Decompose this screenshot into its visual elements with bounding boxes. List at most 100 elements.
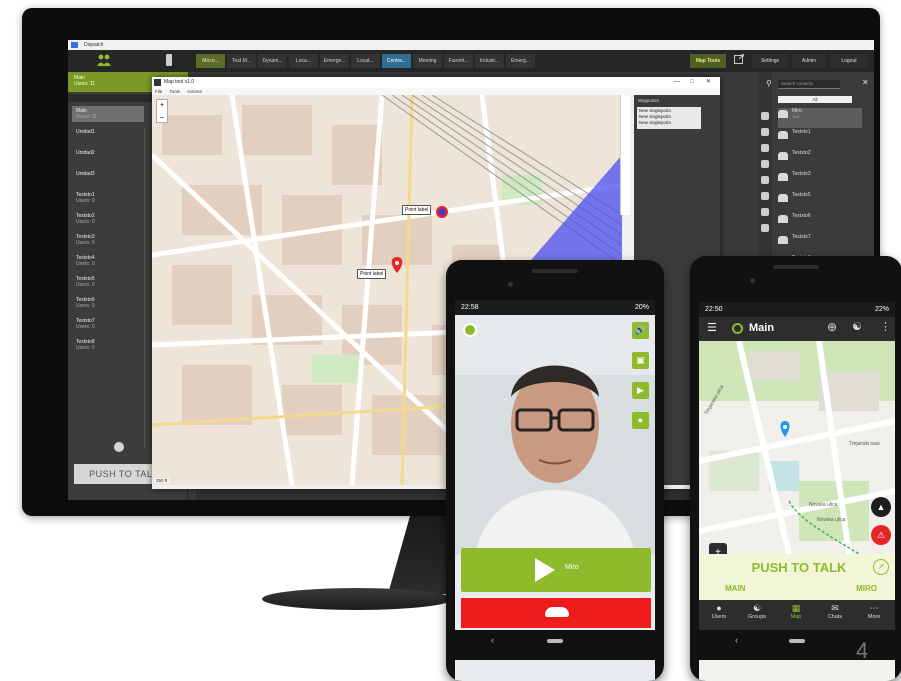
group-list-item[interactable]: Unidad2 <box>72 148 144 158</box>
tab-item[interactable]: Micro... <box>196 54 225 68</box>
navigate-button[interactable]: ▲ <box>871 497 891 517</box>
logout-button[interactable]: Logout <box>830 54 868 68</box>
mobile-map[interactable]: Trnjanska ulica Trnjanski nasi Novska ul… <box>699 341 895 554</box>
group-list-item[interactable]: Testxto4 Users: 0 <box>72 253 144 269</box>
group-icon[interactable] <box>761 144 769 152</box>
tab-item[interactable]: Favorit... <box>444 54 473 68</box>
admin-button[interactable]: Admin <box>792 54 826 68</box>
ptt-caller-bar[interactable]: Miro <box>461 548 651 592</box>
location-icon[interactable] <box>761 112 769 120</box>
group-user-count: Users: 11 <box>76 114 98 120</box>
video-toggle-button[interactable]: ▶ <box>632 382 649 399</box>
group-user-count: Users: 0 <box>76 303 95 309</box>
contact-filter-select[interactable]: All <box>778 96 852 103</box>
group-list-item[interactable]: Testxto7 Users: 0 <box>72 316 144 332</box>
map-tools-button[interactable]: Map Tools <box>690 54 726 68</box>
status-time: 22:58 <box>461 304 479 311</box>
map-zoom-controls[interactable]: +– <box>156 99 168 123</box>
crosshair-icon[interactable]: ⊕ <box>827 320 837 334</box>
contact-list-item[interactable]: Miro Test <box>778 108 862 128</box>
open-icon[interactable]: ↗ <box>873 559 889 575</box>
svg-text:Trnjanski nasi: Trnjanski nasi <box>849 441 880 447</box>
target-icon[interactable] <box>761 128 769 136</box>
close-window-button[interactable]: ✕ <box>706 77 711 88</box>
group-list-item[interactable]: Main Users: 11 <box>72 106 144 122</box>
tab-item[interactable]: Loca... <box>289 54 318 68</box>
menu-file[interactable]: File <box>155 89 162 94</box>
participant-icon[interactable] <box>463 323 477 337</box>
group-list-item[interactable]: Testxto6 Users: 0 <box>72 295 144 311</box>
map-drawing-tools[interactable] <box>620 95 630 215</box>
more-options-icon[interactable]: ⋮ <box>880 320 891 333</box>
map-app-screen: 22:50 22% ☰ Main ⊕ ☯ ⋮ Trnjanska ulica T… <box>699 302 895 681</box>
more-icon: ⋯ <box>869 603 879 613</box>
minimize-button[interactable]: — <box>674 77 680 88</box>
contact-search-input[interactable]: Search contacts <box>778 80 840 89</box>
users-icon[interactable] <box>94 54 114 68</box>
avatar <box>778 152 788 160</box>
map-menu-bar: File Tools Actions <box>152 88 720 95</box>
nav-chats[interactable]: ✉ Chats <box>817 603 853 620</box>
tab-item[interactable]: Industr... <box>475 54 504 68</box>
contact-list-item[interactable]: Testxto5 <box>778 192 862 212</box>
map-zoom-controls[interactable]: +– <box>709 543 727 554</box>
back-icon[interactable]: ‹ <box>491 635 494 645</box>
contact-list-item[interactable]: Testxto7 <box>778 234 862 254</box>
chat-icon[interactable] <box>761 160 769 168</box>
group-switch-icon[interactable]: ☯ <box>852 320 862 333</box>
external-link-icon[interactable] <box>732 53 746 68</box>
status-time: 22:50 <box>705 306 723 313</box>
speaker-button[interactable]: 🔊 <box>632 322 649 339</box>
push-to-talk-panel[interactable]: PUSH TO TALK MAIN MIRO ↗ <box>699 554 895 600</box>
nav-users[interactable]: ● Users <box>701 603 737 620</box>
map-point-label[interactable]: Point label <box>402 205 432 215</box>
nav-map[interactable]: ▦ Map <box>778 603 814 620</box>
tab-item[interactable]: Test M... <box>227 54 256 68</box>
pin-icon[interactable] <box>761 176 769 184</box>
window-title: Dispatch <box>84 42 104 48</box>
tab-item[interactable]: Centra... <box>382 54 411 68</box>
menu-tools[interactable]: Tools <box>169 89 180 94</box>
group-list-item[interactable]: Testxto3 Users: 0 <box>72 232 144 248</box>
emergency-button[interactable]: ⚠ <box>871 525 891 545</box>
contact-list-item[interactable]: Testxto2 <box>778 150 862 170</box>
menu-actions[interactable]: Actions <box>187 89 202 94</box>
mic-button[interactable]: ● <box>632 412 649 429</box>
group-list-item[interactable]: Testxto8 Users: 0 <box>72 337 144 353</box>
menu-icon[interactable]: ☰ <box>707 321 717 334</box>
nav-more[interactable]: ⋯ More <box>856 603 892 620</box>
settings-button[interactable]: Settings <box>752 54 788 68</box>
contact-list-item[interactable]: Testxto6 <box>778 213 862 233</box>
list-item[interactable]: New singlepoint <box>639 120 699 126</box>
home-icon[interactable] <box>789 639 805 643</box>
group-list-item[interactable]: Testxto2 Users: 0 <box>72 211 144 227</box>
tab-item[interactable]: Locat... <box>351 54 380 68</box>
headset-icon[interactable] <box>114 442 124 452</box>
push-to-talk-button[interactable]: PUSH TO TALK <box>739 560 859 575</box>
tab-item[interactable]: Emerg... <box>506 54 535 68</box>
tab-item[interactable]: Emerge... <box>320 54 349 68</box>
map-point-label[interactable]: Point label <box>357 269 387 279</box>
contact-list-item[interactable]: Testxto3 <box>778 171 862 191</box>
caller-name: Miro <box>565 564 579 571</box>
list-icon[interactable] <box>761 192 769 200</box>
group-list-item[interactable]: Unidad3 <box>72 169 144 179</box>
switch-camera-button[interactable]: ▣ <box>632 352 649 369</box>
group-list-item[interactable]: Unidad1 <box>72 127 144 137</box>
group-user-count: Users: 0 <box>76 324 95 330</box>
tab-item[interactable]: Meeting <box>413 54 442 68</box>
group-list-item[interactable]: Testxto5 Users: 0 <box>72 274 144 290</box>
home-icon[interactable] <box>547 639 563 643</box>
close-icon[interactable]: ✕ <box>862 78 869 87</box>
waypoints-list[interactable]: New singlepoint New singlepoint New sing… <box>637 107 701 129</box>
contact-list-item[interactable]: Testxto1 <box>778 129 862 149</box>
device-icon[interactable] <box>162 54 176 68</box>
hang-up-button[interactable] <box>461 598 651 628</box>
nav-groups[interactable]: ☯ Groups <box>739 603 775 620</box>
tab-item[interactable]: Dynam... <box>258 54 287 68</box>
back-icon[interactable]: ‹ <box>735 635 738 645</box>
group-list-item[interactable]: Testxto1 Users: 0 <box>72 190 144 206</box>
gear-icon[interactable] <box>761 208 769 216</box>
pencil-icon[interactable] <box>761 224 769 232</box>
maximize-button[interactable]: □ <box>690 77 694 88</box>
